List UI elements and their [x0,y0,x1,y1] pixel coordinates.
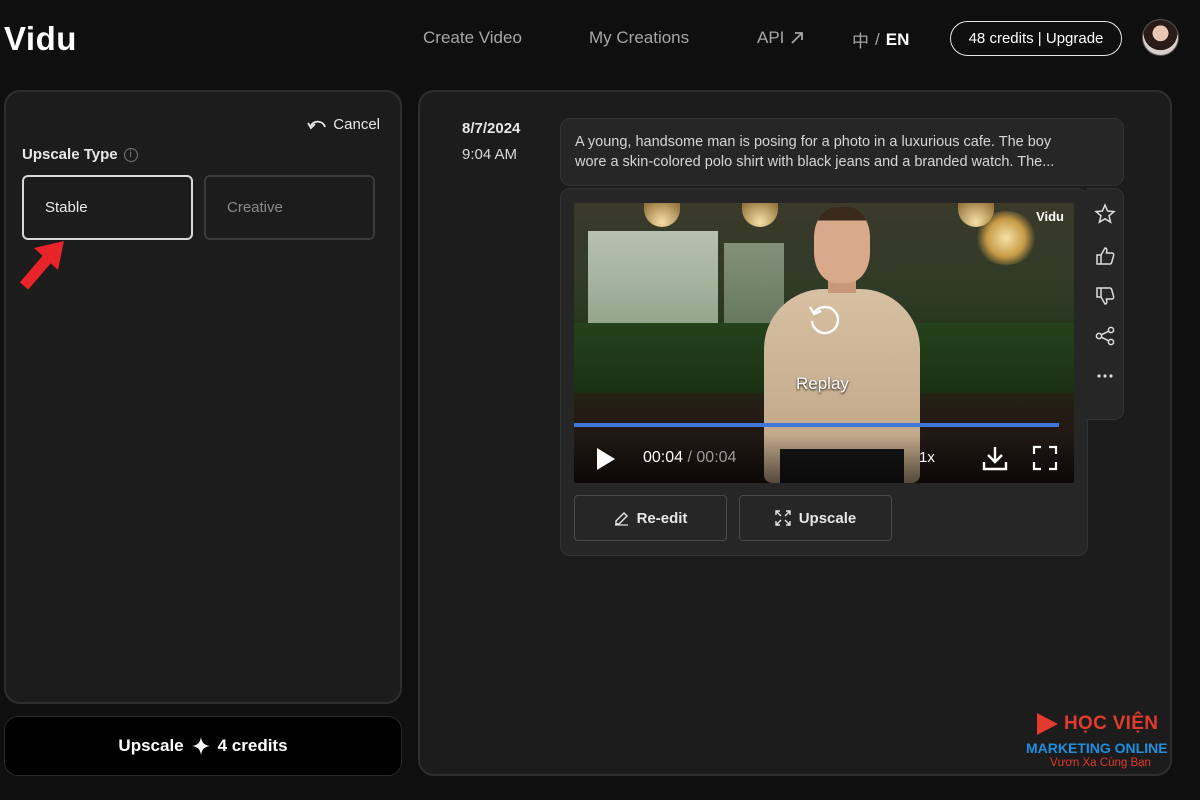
nav-api-label: API [757,28,785,47]
external-arrow-icon [791,32,804,44]
video-person-head [814,207,870,283]
upscale-submit-button[interactable]: Upscale 4 credits [4,716,402,776]
nav-api[interactable]: API [757,28,804,48]
brand-name: HỌC VIỆN [1064,713,1159,734]
video-card: Vidu Replay 00:04 / 00:04 1x Re-edit Ups… [560,188,1088,556]
app-logo[interactable]: Vidu [4,20,77,58]
upscale-submit-credits: 4 credits [217,736,288,755]
re-edit-button[interactable]: Re-edit [574,495,727,541]
lang-separator: / [875,29,880,49]
play-icon[interactable] [596,447,616,471]
video-actions [1086,188,1124,420]
share-icon[interactable] [1094,325,1116,347]
download-icon[interactable] [981,444,1009,472]
lang-en[interactable]: EN [886,30,910,50]
upscale-button[interactable]: Upscale [739,495,892,541]
upscale-type-label: Upscale Type [22,146,118,163]
play-logo-icon [1037,713,1058,735]
playback-speed[interactable]: 1x [919,449,935,466]
thumbs-up-icon[interactable] [1094,245,1116,267]
brand-subtitle: MARKETING ONLINE [1026,740,1168,756]
upscale-settings-panel: Cancel Upscale Type i Stable Creative [4,90,402,704]
brand-logo: HỌC VIỆN [1034,711,1158,737]
video-bg-lamp [644,203,680,227]
video-watermark: Vidu [1036,209,1064,224]
lang-zh[interactable]: 中 [852,27,869,52]
undo-icon [307,120,327,129]
nav-my-creations[interactable]: My Creations [589,28,689,48]
time-separator: / [683,449,697,466]
upscale-submit-label: Upscale [118,736,184,755]
video-controls: 00:04 / 00:04 1x [574,435,1074,483]
avatar[interactable] [1142,19,1179,56]
prompt-line: wore a skin-colored polo shirt with blac… [575,154,1055,170]
duration: 00:04 [696,449,737,466]
language-switcher[interactable]: 中 / EN [852,27,909,52]
fullscreen-icon[interactable] [1032,445,1058,471]
video-timecode: 00:04 / 00:04 [643,449,736,467]
credits-upgrade-button[interactable]: 48 credits | Upgrade [950,21,1122,56]
more-icon[interactable] [1094,365,1116,387]
cancel-button[interactable]: Cancel [307,116,380,133]
upscale-type-heading: Upscale Type i [22,146,138,163]
current-time: 00:04 [643,449,684,466]
video-bg-chandelier [974,211,1038,265]
nav-create-video[interactable]: Create Video [423,28,522,48]
option-stable[interactable]: Stable [22,175,193,240]
option-creative[interactable]: Creative [204,175,375,240]
video-player[interactable]: Vidu Replay 00:04 / 00:04 1x [574,203,1074,483]
creation-date: 8/7/2024 [462,120,521,137]
sparkle-icon [191,737,210,755]
top-header: Vidu Create Video My Creations API 中 / E… [0,0,1200,78]
prompt-text[interactable]: A young, handsome man is posing for a ph… [560,118,1124,186]
red-arrow-annotation-icon [19,241,64,290]
brand-tagline: Vươn Xa Cùng Bạn [1050,757,1151,769]
prompt-line: A young, handsome man is posing for a ph… [575,134,1052,150]
replay-icon[interactable] [806,301,842,337]
video-bg-lamp [742,203,778,227]
expand-icon [775,510,791,526]
upscale-label: Upscale [798,509,857,527]
creation-time: 9:04 AM [462,146,518,163]
cancel-label: Cancel [333,116,380,133]
re-edit-label: Re-edit [636,509,688,527]
pencil-icon [614,511,628,526]
star-icon[interactable] [1094,203,1116,225]
replay-label[interactable]: Replay [796,374,849,394]
info-icon[interactable]: i [123,147,138,162]
creations-panel: 8/7/2024 9:04 AM A young, handsome man i… [418,90,1172,776]
video-progress-bar[interactable] [574,423,1059,427]
thumbs-down-icon[interactable] [1094,285,1116,307]
brand-watermark: HỌC VIỆN MARKETING ONLINE Vươn Xa Cùng B… [1026,707,1176,777]
